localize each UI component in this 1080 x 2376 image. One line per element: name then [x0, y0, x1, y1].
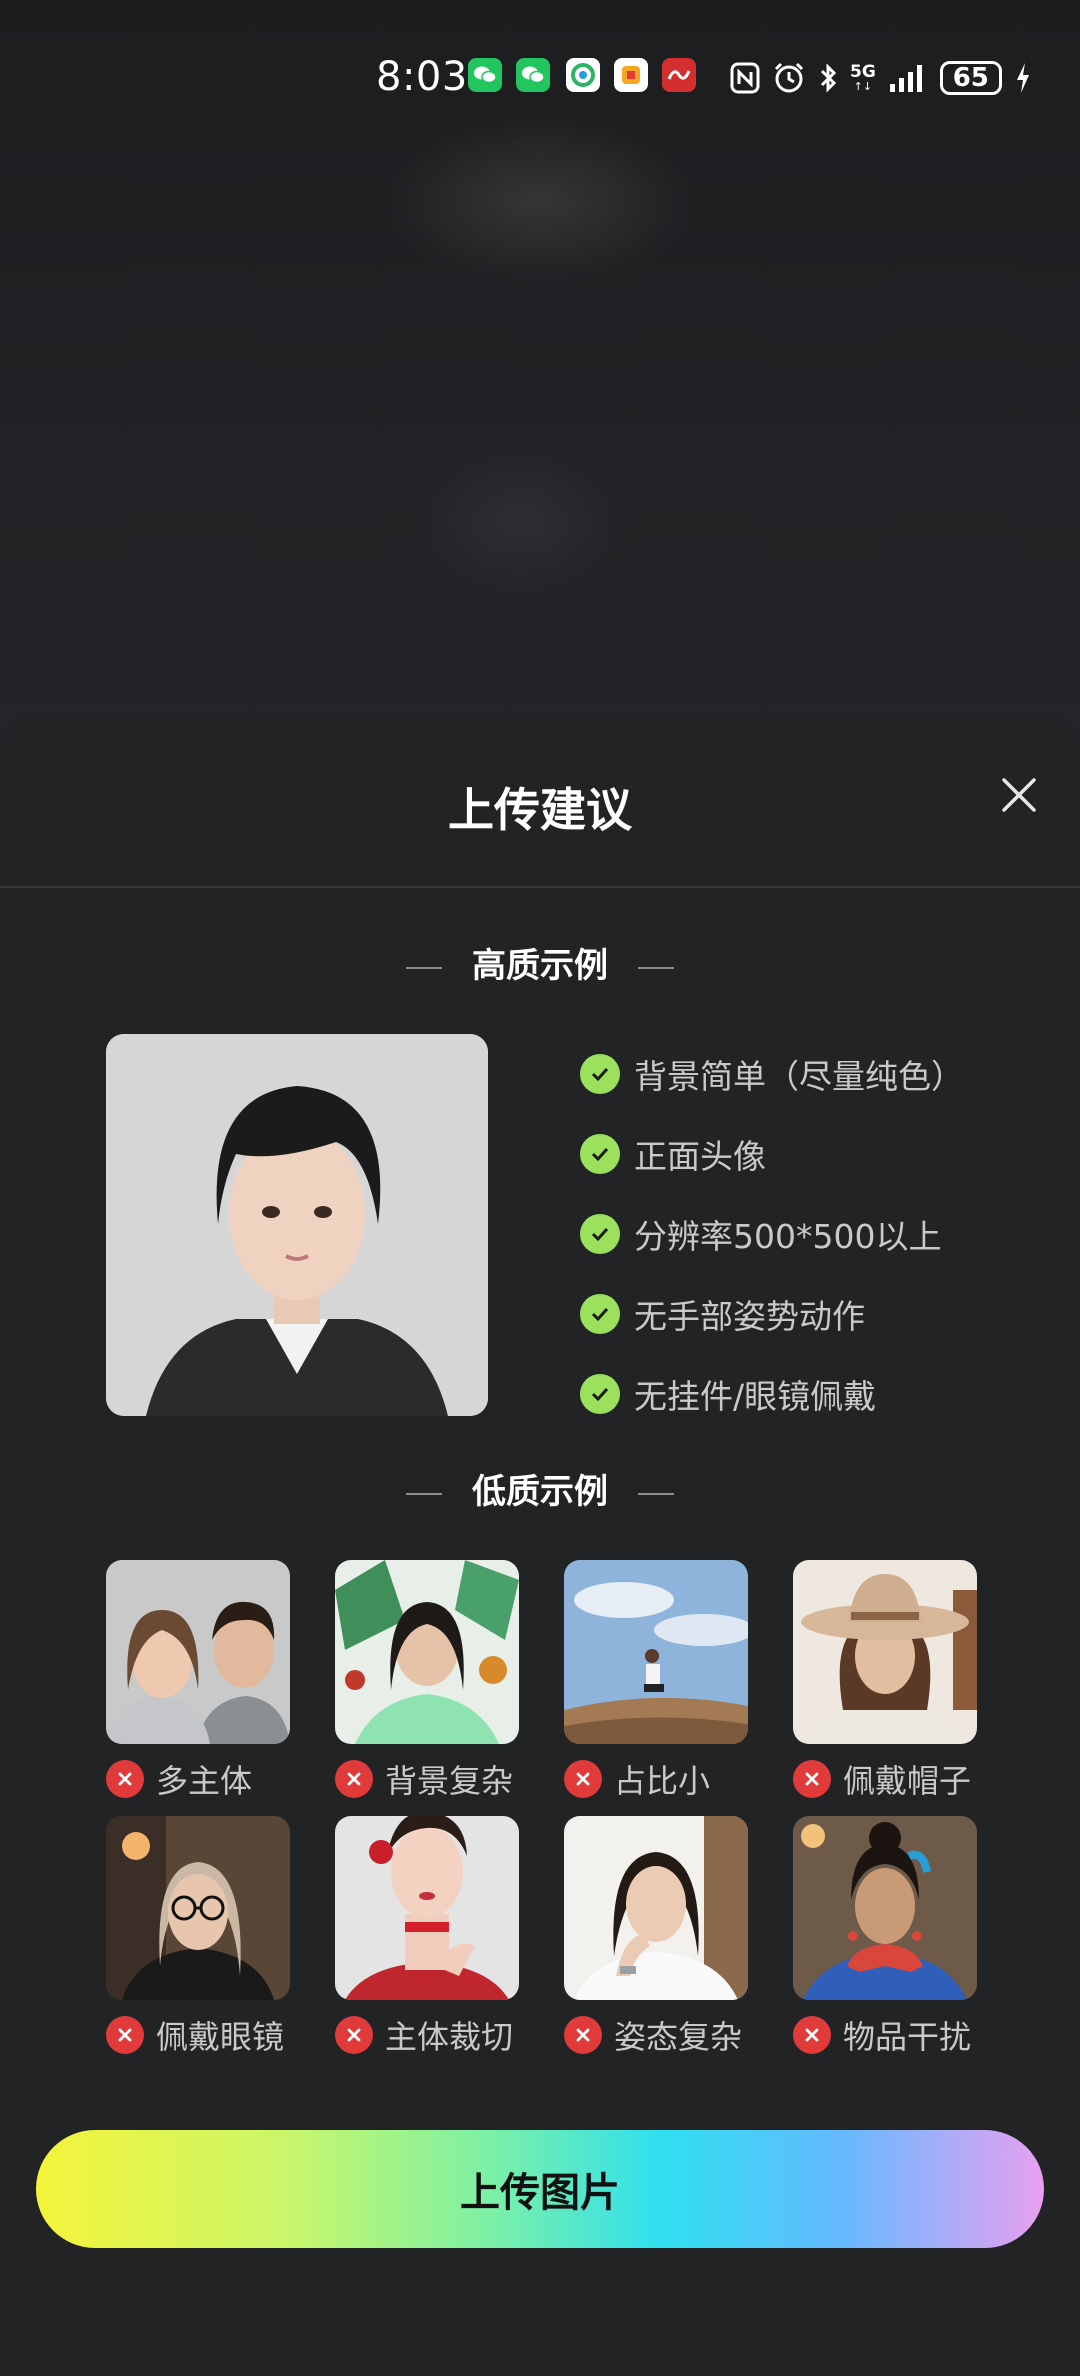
- cross-icon: [793, 1760, 831, 1798]
- check-icon: [580, 1294, 620, 1334]
- bad-example-photo: [106, 1816, 290, 2000]
- cross-icon: [106, 1760, 144, 1798]
- bad-example-label: 主体裁切: [385, 2018, 514, 2056]
- bad-example-small-subject: 占比小: [564, 1560, 748, 1802]
- good-examples-heading: 高质示例: [0, 938, 1080, 987]
- system-icons: 5G ↑↓ 65: [730, 56, 1032, 100]
- bad-example-label: 佩戴眼镜: [156, 2018, 285, 2056]
- close-button[interactable]: [994, 770, 1044, 820]
- charging-icon: [1016, 63, 1029, 93]
- check-icon: [580, 1134, 620, 1174]
- cross-icon: [564, 1760, 602, 1798]
- app-icon: [614, 58, 648, 92]
- bad-example-cropped-subject: 主体裁切: [335, 1816, 519, 2058]
- check-icon: [580, 1214, 620, 1254]
- bad-example-label: 占比小: [614, 1762, 711, 1800]
- bad-example-wearing-glasses: 佩戴眼镜: [106, 1816, 290, 2058]
- sheet-title: 上传建议: [448, 783, 632, 837]
- bad-example-complex-background: 背景复杂: [335, 1560, 519, 1802]
- bad-example-photo: [564, 1560, 748, 1744]
- app-icon: [566, 58, 600, 92]
- dimmed-background[interactable]: [0, 0, 1080, 760]
- bad-example-label: 多主体: [156, 1762, 253, 1800]
- bad-example-photo: [335, 1560, 519, 1744]
- wechat-icon: [516, 58, 550, 92]
- criteria-item: 背景简单（尽量纯色）: [580, 1034, 964, 1114]
- bad-example-label: 物品干扰: [843, 2018, 972, 2056]
- bad-example-photo: [564, 1816, 748, 2000]
- bluetooth-icon: [820, 63, 837, 93]
- cross-icon: [335, 1760, 373, 1798]
- wechat-icon: [468, 58, 502, 92]
- upload-tips-sheet: 上传建议 高质示例 背景简单（尽量纯色） 正面头像 分辨率500*500以上 无…: [0, 714, 1080, 2376]
- upload-image-button[interactable]: 上传图片: [36, 2130, 1044, 2248]
- alarm-icon: [774, 62, 804, 93]
- bad-example-photo: [106, 1560, 290, 1744]
- check-icon: [580, 1054, 620, 1094]
- status-time: 8:03: [376, 54, 468, 100]
- good-example-photo: [106, 1034, 488, 1416]
- criteria-item: 正面头像: [580, 1114, 964, 1194]
- close-icon: [1002, 778, 1036, 812]
- criteria-item: 分辨率500*500以上: [580, 1194, 964, 1274]
- battery-icon: 65: [939, 61, 1002, 95]
- network-type: 5G ↑↓: [850, 62, 876, 93]
- signal-icon: [889, 65, 922, 92]
- criteria-item: 无挂件/眼镜佩戴: [580, 1354, 964, 1434]
- criteria-item: 无手部姿势动作: [580, 1274, 964, 1354]
- cross-icon: [793, 2016, 831, 2054]
- good-criteria-list: 背景简单（尽量纯色） 正面头像 分辨率500*500以上 无手部姿势动作 无挂件…: [580, 1034, 964, 1434]
- app-icon: [662, 58, 696, 92]
- status-bar: 8:03 5G ↑↓ 65: [0, 52, 1080, 108]
- bad-example-photo: [793, 1816, 977, 2000]
- bad-example-wearing-hat: 佩戴帽子: [793, 1560, 977, 1802]
- bad-example-label: 背景复杂: [385, 1762, 514, 1800]
- cross-icon: [564, 2016, 602, 2054]
- bad-examples-heading: 低质示例: [0, 1464, 1080, 1513]
- bad-example-object-interference: 物品干扰: [793, 1816, 977, 2058]
- nfc-icon: [730, 62, 760, 94]
- bad-example-photo: [793, 1560, 977, 1744]
- bad-example-photo: [335, 1816, 519, 2000]
- bad-example-multiple-subjects: 多主体: [106, 1560, 290, 1802]
- check-icon: [580, 1374, 620, 1414]
- cross-icon: [335, 2016, 373, 2054]
- cross-icon: [106, 2016, 144, 2054]
- header-divider: [0, 886, 1080, 888]
- bad-example-label: 佩戴帽子: [843, 1762, 972, 1800]
- bad-example-label: 姿态复杂: [614, 2018, 743, 2056]
- bad-example-complex-pose: 姿态复杂: [564, 1816, 748, 2058]
